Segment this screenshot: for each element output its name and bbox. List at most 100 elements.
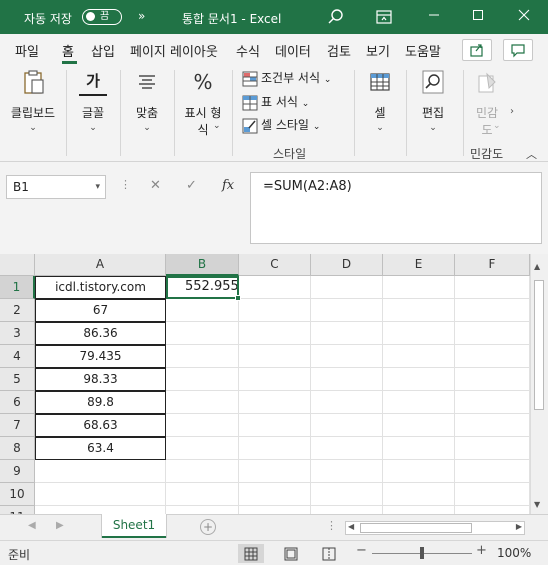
tab-data[interactable]: 데이터 [275, 41, 311, 60]
cell-styles-button[interactable]: 셀 스타일 ⌄ [242, 115, 320, 135]
chevron-up-icon[interactable]: ︿ [526, 146, 537, 162]
tab-formulas[interactable]: 수식 [236, 41, 260, 60]
cell-f11[interactable] [455, 506, 530, 514]
tab-review[interactable]: 검토 [327, 41, 351, 60]
horizontal-scrollbar[interactable]: ◀ ▶ [345, 521, 525, 535]
cell-b4[interactable] [166, 345, 239, 368]
chevron-right-icon[interactable]: › [510, 106, 514, 117]
cell-c1[interactable] [239, 276, 311, 299]
normal-view-button[interactable] [238, 544, 264, 563]
next-sheet-icon[interactable]: ▶ [56, 520, 64, 531]
cell-d8[interactable] [311, 437, 383, 460]
cell-f7[interactable] [455, 414, 530, 437]
column-header-b[interactable]: B [166, 254, 239, 276]
cell-d5[interactable] [311, 368, 383, 391]
scroll-down-icon[interactable]: ▼ [534, 500, 540, 509]
cell-a6[interactable]: 89.8 [35, 391, 166, 414]
cell-e11[interactable] [383, 506, 455, 514]
cell-d3[interactable] [311, 322, 383, 345]
column-header-c[interactable]: C [239, 254, 311, 276]
editing-button[interactable]: 편집 ⌄ [412, 68, 454, 133]
cell-d9[interactable] [311, 460, 383, 483]
cell-e5[interactable] [383, 368, 455, 391]
cell-c5[interactable] [239, 368, 311, 391]
cell-e3[interactable] [383, 322, 455, 345]
cell-a3[interactable]: 86.36 [35, 322, 166, 345]
row-header-2[interactable]: 2 [0, 299, 35, 322]
cell-d6[interactable] [311, 391, 383, 414]
select-all-corner[interactable] [0, 254, 35, 276]
tab-insert[interactable]: 삽입 [91, 41, 115, 60]
clipboard-button[interactable]: 클립보드 ⌄ [4, 68, 62, 133]
conditional-format-button[interactable]: 조건부 서식 ⌄ [242, 68, 331, 88]
cell-a5[interactable]: 98.33 [35, 368, 166, 391]
page-layout-view-button[interactable] [278, 544, 304, 563]
cell-d4[interactable] [311, 345, 383, 368]
scroll-left-icon[interactable]: ◀ [348, 522, 354, 531]
cell-d1[interactable] [311, 276, 383, 299]
row-header-10[interactable]: 10 [0, 483, 35, 506]
worksheet-grid[interactable]: A B C D E F 1 icdl.tistory.com 552.955 2 67 3… [0, 254, 530, 514]
zoom-level[interactable]: 100% [497, 546, 531, 560]
maximize-icon[interactable] [464, 6, 492, 28]
alignment-button[interactable]: 맞춤 ⌄ [126, 68, 168, 133]
cell-f9[interactable] [455, 460, 530, 483]
tab-page-layout[interactable]: 페이지 레이아웃 [130, 41, 218, 60]
zoom-out-icon[interactable]: − [356, 543, 367, 558]
cell-d2[interactable] [311, 299, 383, 322]
cell-a8[interactable]: 63.4 [35, 437, 166, 460]
autosave-toggle[interactable]: 끔 [82, 9, 122, 25]
cell-e9[interactable] [383, 460, 455, 483]
row-header-9[interactable]: 9 [0, 460, 35, 483]
row-header-7[interactable]: 7 [0, 414, 35, 437]
share-button[interactable] [462, 39, 492, 61]
cell-b11[interactable] [166, 506, 239, 514]
row-header-5[interactable]: 5 [0, 368, 35, 391]
cell-a10[interactable] [35, 483, 166, 506]
zoom-slider-thumb[interactable] [420, 547, 424, 559]
cell-b9[interactable] [166, 460, 239, 483]
cell-e6[interactable] [383, 391, 455, 414]
zoom-in-icon[interactable]: + [476, 543, 487, 558]
row-header-1[interactable]: 1 [0, 276, 35, 299]
cell-c11[interactable] [239, 506, 311, 514]
cell-e4[interactable] [383, 345, 455, 368]
scroll-up-icon[interactable]: ▲ [534, 262, 540, 271]
cell-f1[interactable] [455, 276, 530, 299]
column-header-f[interactable]: F [455, 254, 530, 276]
cell-d7[interactable] [311, 414, 383, 437]
cell-c3[interactable] [239, 322, 311, 345]
add-sheet-icon[interactable]: + [200, 519, 216, 535]
cell-a2[interactable]: 67 [35, 299, 166, 322]
enter-icon[interactable]: ✓ [186, 178, 197, 193]
cell-f2[interactable] [455, 299, 530, 322]
cell-b10[interactable] [166, 483, 239, 506]
cell-d10[interactable] [311, 483, 383, 506]
font-button[interactable]: 가 글꼴 ⌄ [72, 68, 114, 133]
cell-d11[interactable] [311, 506, 383, 514]
tab-help[interactable]: 도움말 [405, 41, 441, 60]
page-break-view-button[interactable] [316, 544, 342, 563]
formula-input[interactable]: =SUM(A2:A8) [250, 172, 542, 244]
column-header-d[interactable]: D [311, 254, 383, 276]
sheet-tab-sheet1[interactable]: Sheet1 [102, 514, 166, 538]
vertical-scroll-thumb[interactable] [534, 280, 544, 410]
cell-e2[interactable] [383, 299, 455, 322]
column-header-a[interactable]: A [35, 254, 166, 276]
vertical-scrollbar[interactable]: ▲ ▼ [530, 254, 548, 514]
cell-f8[interactable] [455, 437, 530, 460]
cell-f5[interactable] [455, 368, 530, 391]
cell-f3[interactable] [455, 322, 530, 345]
cell-a11[interactable] [35, 506, 166, 514]
minimize-icon[interactable] [420, 6, 448, 28]
cell-e8[interactable] [383, 437, 455, 460]
cell-c10[interactable] [239, 483, 311, 506]
cell-b7[interactable] [166, 414, 239, 437]
fill-handle[interactable] [235, 295, 241, 301]
insert-function-icon[interactable]: fx [222, 178, 234, 193]
cell-a7[interactable]: 68.63 [35, 414, 166, 437]
cell-f6[interactable] [455, 391, 530, 414]
cell-c9[interactable] [239, 460, 311, 483]
cell-c2[interactable] [239, 299, 311, 322]
cell-b2[interactable] [166, 299, 239, 322]
